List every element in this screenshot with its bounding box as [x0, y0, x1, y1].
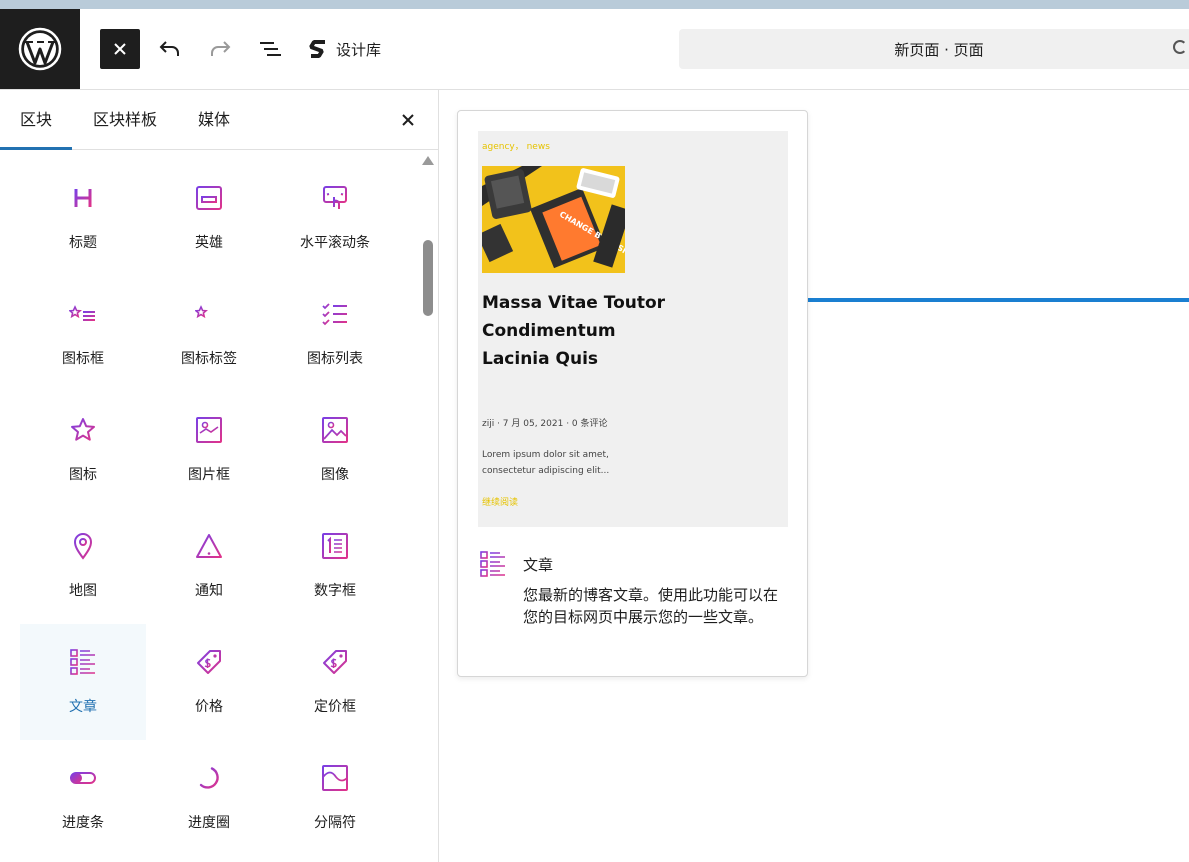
block-label: 图片框 [188, 467, 230, 483]
tab-blocks[interactable]: 区块 [20, 90, 52, 149]
close-icon [402, 114, 414, 126]
horizontal-scroller-icon [323, 186, 347, 209]
preview-block-title: 文章 [523, 556, 554, 574]
document-title-bar[interactable]: 新页面 · 页面 [679, 29, 1189, 69]
post-categories: agency， news [482, 142, 550, 152]
price-tag-icon [197, 650, 221, 674]
post-excerpt: Lorem ipsum dolor sit amet, consectetur … [482, 450, 610, 476]
block-pricing-box[interactable]: 定价框 [272, 624, 398, 740]
icon-box-icon [69, 305, 95, 321]
undo-icon [159, 41, 179, 56]
image-icon [322, 417, 348, 443]
block-divider[interactable]: 分隔符 [272, 740, 398, 856]
block-progress-circle[interactable]: 进度圈 [146, 740, 272, 856]
block-label: 标题 [69, 235, 97, 251]
posts-preview-card: agency， news CHANGE BY DESIGN Massa Vita… [478, 131, 788, 527]
insertion-indicator-line [808, 298, 1189, 302]
block-label: 地图 [69, 583, 97, 599]
block-label: 图标框 [62, 351, 104, 367]
wordpress-icon [18, 27, 62, 71]
editor-toolbar: 设计库 新页面 · 页面 [0, 9, 1189, 90]
block-label: 数字框 [314, 583, 356, 599]
post-meta: ziji · 7 月 05, 2021 · 0 条评论 [482, 419, 608, 429]
read-more-link: 继续阅读 [482, 498, 519, 508]
block-notification[interactable]: 通知 [146, 508, 272, 624]
map-pin-icon [73, 533, 93, 560]
block-horizontal-scroller[interactable]: 水平滚动条 [272, 160, 398, 276]
progress-bar-icon [70, 772, 96, 784]
hero-icon [196, 186, 222, 210]
redo-icon [211, 41, 231, 56]
icon-list-icon [322, 303, 347, 326]
block-label: 通知 [195, 583, 223, 599]
block-heading[interactable]: 标题 [20, 160, 146, 276]
close-inserter-button[interactable] [100, 29, 140, 69]
tab-patterns[interactable]: 区块样板 [93, 90, 157, 149]
block-label: 图标标签 [181, 351, 237, 367]
active-tab-indicator [0, 147, 72, 150]
block-label: 分隔符 [314, 815, 356, 831]
number-box-icon [322, 533, 348, 559]
post-thumbnail-image: CHANGE BY DESIGN [482, 166, 625, 273]
block-map[interactable]: 地图 [20, 508, 146, 624]
block-label: 定价框 [314, 699, 356, 715]
editor-canvas[interactable]: agency， news CHANGE BY DESIGN Massa Vita… [439, 90, 1189, 862]
block-icon-box[interactable]: 图标框 [20, 276, 146, 392]
block-label: 水平滚动条 [300, 235, 370, 251]
stackable-s-icon [309, 40, 325, 58]
block-progress-bar[interactable]: 进度条 [20, 740, 146, 856]
tab-media[interactable]: 媒体 [198, 90, 230, 149]
list-view-icon [260, 42, 281, 56]
star-icon [71, 418, 95, 441]
block-price[interactable]: 价格 [146, 624, 272, 740]
block-image-box[interactable]: 图片框 [146, 392, 272, 508]
warning-icon [196, 534, 222, 558]
block-label: 进度条 [62, 815, 104, 831]
document-title: 新页面 · 页面 [894, 40, 984, 59]
block-posts[interactable]: 文章 [20, 624, 146, 740]
block-label: 进度圈 [188, 815, 230, 831]
scrollbar-thumb[interactable] [423, 240, 433, 316]
block-icon[interactable]: 图标 [20, 392, 146, 508]
block-label: 英雄 [195, 235, 223, 251]
divider-icon [322, 765, 348, 791]
close-panel-button[interactable] [396, 108, 420, 132]
block-label: 图像 [321, 467, 349, 483]
posts-icon [70, 649, 95, 675]
pricing-box-icon [323, 650, 347, 674]
design-library-button[interactable]: 设计库 [308, 29, 381, 69]
block-number-box[interactable]: 数字框 [272, 508, 398, 624]
block-label: 文章 [69, 699, 97, 715]
block-label: 图标 [69, 467, 97, 483]
block-image[interactable]: 图像 [272, 392, 398, 508]
block-icon-list[interactable]: 图标列表 [272, 276, 398, 392]
command-icon [1173, 40, 1187, 54]
icon-label-icon [195, 305, 221, 319]
block-inserter-panel: 区块 区块样板 媒体 标题 英雄 水平滚动条 图标框 图标标签 图标列表 图标 … [0, 90, 439, 862]
post-title: Massa Vitae Toutor Condimentum Lacinia Q… [482, 293, 666, 369]
posts-icon [480, 551, 505, 577]
block-icon-label[interactable]: 图标标签 [146, 276, 272, 392]
block-label: 图标列表 [307, 351, 363, 367]
block-label: 价格 [195, 699, 223, 715]
wordpress-logo[interactable] [0, 9, 80, 89]
design-library-label: 设计库 [336, 40, 382, 59]
preview-block-description: 您最新的博客文章。使用此功能可以在您的目标网页中展示您的一些文章。 [523, 586, 779, 626]
block-preview-popover: agency， news CHANGE BY DESIGN Massa Vita… [457, 110, 808, 677]
block-hero[interactable]: 英雄 [146, 160, 272, 276]
scroll-up-arrow[interactable] [422, 156, 434, 165]
redo-button[interactable] [200, 29, 240, 69]
close-icon [114, 43, 126, 55]
inserter-tabs: 区块 区块样板 媒体 [0, 90, 438, 150]
progress-circle-icon [199, 767, 219, 789]
heading-icon [74, 189, 92, 207]
document-overview-button[interactable] [250, 29, 290, 69]
image-box-icon [196, 417, 222, 443]
undo-button[interactable] [150, 29, 190, 69]
